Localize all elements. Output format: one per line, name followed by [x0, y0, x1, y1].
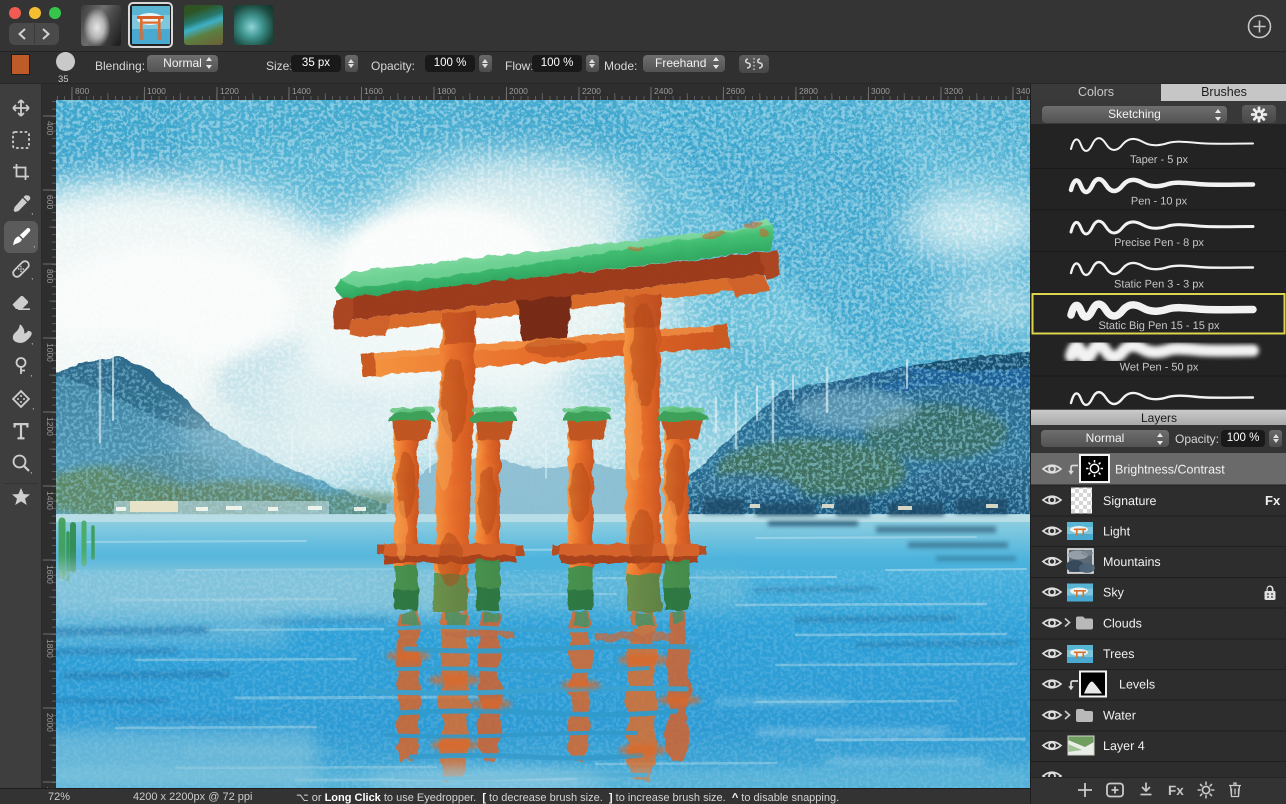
svg-text:Levels: Levels: [1119, 678, 1155, 692]
svg-text:,: ,: [30, 368, 33, 378]
svg-text:Mountains: Mountains: [1103, 555, 1161, 569]
svg-text:Fx: Fx: [1265, 493, 1281, 508]
svg-text:Wet Pen - 50 px: Wet Pen - 50 px: [1120, 362, 1199, 374]
svg-text:Static Pen 3 - 3 px: Static Pen 3 - 3 px: [1114, 279, 1204, 291]
svg-text:Light: Light: [1103, 525, 1131, 539]
svg-text:Sky: Sky: [1103, 586, 1125, 600]
svg-text:Static Big Pen 15 - 15 px: Static Big Pen 15 - 15 px: [1098, 320, 1220, 332]
svg-text:,: ,: [33, 239, 36, 249]
svg-text:Taper - 5 px: Taper - 5 px: [1130, 154, 1189, 166]
svg-text:,: ,: [31, 336, 34, 346]
svg-text:,: ,: [32, 401, 35, 411]
svg-text:Layer 4: Layer 4: [1103, 739, 1145, 753]
svg-text:,: ,: [31, 206, 34, 216]
svg-text:Pen - 10 px: Pen - 10 px: [1131, 196, 1188, 208]
svg-text:Precise Pen - 8 px: Precise Pen - 8 px: [1114, 237, 1204, 249]
svg-text:,: ,: [31, 271, 34, 281]
svg-text:Signature: Signature: [1103, 494, 1157, 508]
svg-text:Trees: Trees: [1103, 647, 1135, 661]
svg-text:Fx: Fx: [1168, 783, 1184, 798]
svg-text:,: ,: [30, 465, 33, 475]
svg-text:Water: Water: [1103, 709, 1136, 723]
svg-text:Brightness/Contrast: Brightness/Contrast: [1115, 463, 1225, 477]
svg-text:Clouds: Clouds: [1103, 617, 1142, 631]
